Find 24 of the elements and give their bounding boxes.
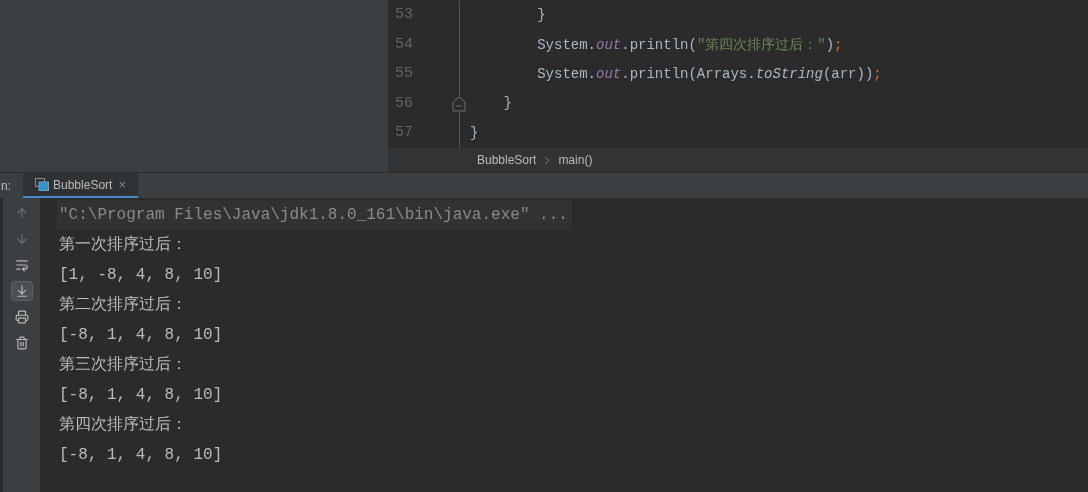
code-line: } [502,94,513,114]
run-tab[interactable]: BubbleSort × [23,173,138,198]
line-number: 53 [395,5,413,26]
breadcrumb-item[interactable]: BubbleSort [477,151,537,169]
console-line: [-8, 1, 4, 8, 10] [58,445,223,466]
breadcrumb-item[interactable]: main() [558,151,593,169]
console-line: 第二次排序过后： [58,294,187,316]
code-line: } [536,6,547,26]
run-label: n: [1,177,11,195]
close-icon[interactable]: × [118,174,126,195]
line-number: 54 [395,34,413,55]
console-line: 第四次排序过后： [58,414,187,436]
console-command: "C:\Program Files\Java\jdk1.8.0_161\bin\java.exe" ... [57,200,572,230]
console-line: 第三次排序过后： [58,354,187,376]
code-line: } [470,123,480,143]
console-line: 第一次排序过后： [58,234,187,256]
code-line: System.out.println(Arrays.toString(arr)); [536,65,882,84]
line-number: 56 [395,93,413,114]
console-line: [1, -8, 4, 8, 10] [58,265,223,286]
console-line: [-8, 1, 4, 8, 10] [58,325,223,346]
line-number: 57 [395,123,413,144]
console-line: [-8, 1, 4, 8, 10] [58,385,223,406]
line-number: 55 [395,64,413,85]
code-line: System.out.println("第四次排序过后："); [536,35,844,55]
